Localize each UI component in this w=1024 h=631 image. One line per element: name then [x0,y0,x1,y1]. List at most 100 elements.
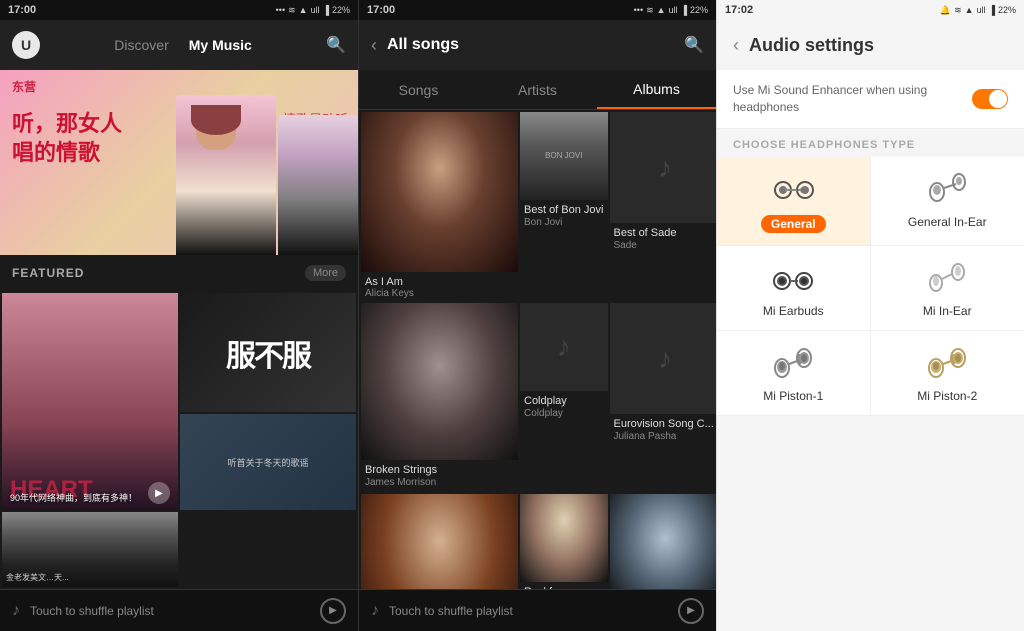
status-bar-2: 17:00 ••• ≋ ▲ ull ▐ 22% [359,0,716,20]
featured-item-2[interactable]: 服不服 [180,293,356,412]
toggle-knob [989,90,1007,108]
back-button-2[interactable]: ‹ [371,35,377,56]
more-button[interactable]: More [305,265,346,281]
earbuds-general-svg [768,170,818,208]
album-item-songs[interactable]: Songs For You, Tru... James Morrison [610,494,717,589]
app-logo: U [12,31,40,59]
headphone-mi-earbuds[interactable]: Mi Earbuds [717,246,871,331]
back-button-3[interactable]: ‹ [733,35,739,56]
album-cover-alicia [361,112,518,272]
hero-text-left: 听，那女人 唱的情歌 [12,110,122,167]
album-cover-songs [610,494,717,589]
piston2-svg [922,344,972,382]
shuffle-text-1[interactable]: Touch to shuffle playlist [30,604,310,618]
album-artist-alicia: Alicia Keys [361,288,518,301]
headphone-mi-piston2[interactable]: Mi Piston-2 [871,331,1024,416]
tab-albums[interactable]: Albums [597,71,716,109]
nav-discover[interactable]: Discover [114,37,168,53]
headphone-piston1-label: Mi Piston-1 [763,389,823,403]
album-item-sade[interactable]: ♪ Best of Sade Sade [610,112,717,301]
album-cover-sade: ♪ [610,112,717,223]
enhancer-toggle[interactable] [972,89,1008,109]
headphone-inear-icon [922,169,972,209]
search-icon[interactable]: 🔍 [326,35,346,55]
album-name-coldplay: Coldplay [520,391,608,408]
headphone-mi-earbuds-icon [768,258,818,298]
album-cover-eurovision: ♪ [610,303,717,414]
album-artist-bonjovi: Bon Jovi [520,217,608,232]
album-cover-bonjovi: BON JOVI [520,112,608,200]
tab-artists[interactable]: Artists [478,72,597,108]
album-item-bonjovi[interactable]: BON JOVI Best of Bon Jovi Bon Jovi [520,112,608,301]
status-time-2: 17:00 [367,4,395,16]
album-cover-broken [361,303,518,460]
panel-discover: 17:00 ••• ≋ ▲ ull ▐ 22% U Discover My Mu… [0,0,358,631]
featured-item-1[interactable]: HEART 90年代网络神曲，到底有多神！ ▶ [2,293,178,510]
main-nav: Discover My Music [114,37,251,53]
album-name-sade: Best of Sade [610,223,717,240]
headphone-mi-inear-icon [922,258,972,298]
nav-mymusic[interactable]: My Music [189,37,252,53]
album-item-broken[interactable]: Broken Strings James Morrison [361,303,518,492]
headphones-section-label: CHOOSE HEADPHONES TYPE [717,129,1024,157]
album-item-coldplay[interactable]: ♪ Coldplay Coldplay [520,303,608,492]
hero-figure-right [176,95,276,255]
headphone-piston1-icon [768,343,818,383]
mi-inear-svg [922,259,972,297]
headphone-piston2-icon [922,343,972,383]
bottom-bar-1: ♪ Touch to shuffle playlist ▶ [0,589,358,631]
headphone-piston2-label: Mi Piston-2 [917,389,977,403]
album-artist-sade: Sade [610,240,717,255]
play-button-bottom-1[interactable]: ▶ [320,598,346,624]
mi-earbuds-svg [768,259,818,297]
album-cover-quiet [361,494,518,589]
enhancer-row: Use Mi Sound Enhancer when using headpho… [717,70,1024,129]
status-bar-3: 17:02 🔔 ≋ ▲ ull ▐ 22% [717,0,1024,20]
item-label-1: 90年代网络神曲，到底有多神！ [10,491,137,504]
play-button-bottom-2[interactable]: ▶ [678,598,704,624]
headphone-mi-inear-label: Mi In-Ear [923,304,972,318]
album-item-eurovision[interactable]: ♪ Eurovision Song C... Juliana Pasha [610,303,717,492]
featured-grid: HEART 90年代网络神曲，到底有多神！ ▶ 服不服 听首关于冬天的歌谣 金老… [0,291,358,589]
featured-item-3[interactable]: 听首关于冬天的歌谣 [180,414,356,510]
album-name-rockferry: Rockferry [520,582,608,590]
headphone-general[interactable]: General [717,157,871,246]
headphone-general-inear[interactable]: General In-Ear [871,157,1024,246]
panel-allsongs: 17:00 ••• ≋ ▲ ull ▐ 22% ‹ All songs 🔍 So… [358,0,716,631]
status-icons-3: 🔔 ≋ ▲ ull ▐ 22% [940,5,1016,16]
album-item-rockferry[interactable]: Rockferry Duffy [520,494,608,589]
all-songs-title: All songs [387,36,674,54]
headphones-grid: General General In-Ear [717,157,1024,416]
status-icons-2: ••• ≋ ▲ ull ▐ 22% [634,5,708,16]
status-time-1: 17:00 [8,4,36,16]
shuffle-text-2[interactable]: Touch to shuffle playlist [389,604,668,618]
album-cover-coldplay: ♪ [520,303,608,391]
panel1-header: U Discover My Music 🔍 [0,20,358,70]
hero-banner: 东营 听，那女人 唱的情歌 情歌最动听 之女声篇 [0,70,358,255]
headphone-mi-piston1[interactable]: Mi Piston-1 [717,331,871,416]
featured-header: FEATURED More [0,255,358,291]
search-icon-2[interactable]: 🔍 [684,35,704,55]
panel-audio-settings: 17:02 🔔 ≋ ▲ ull ▐ 22% ‹ Audio settings U… [716,0,1024,631]
featured-title: FEATURED [12,266,84,280]
audio-settings-title: Audio settings [749,35,874,56]
album-name-alicia: As I Am [361,272,518,287]
headphone-mi-inear[interactable]: Mi In-Ear [871,246,1024,331]
album-name-broken: Broken Strings [361,460,518,477]
headphone-mi-earbuds-label: Mi Earbuds [763,304,824,318]
play-button-1[interactable]: ▶ [148,482,170,504]
album-item-quiet[interactable]: Quiet Nights Diana Krall [361,494,518,589]
featured-item-4[interactable]: 金老发美文…天... [2,512,178,587]
album-artist-broken: James Morrison [361,477,518,492]
status-bar-1: 17:00 ••• ≋ ▲ ull ▐ 22% [0,0,358,20]
headphone-general-icon [768,169,818,209]
album-item-alicia[interactable]: As I Am Alicia Keys [361,112,518,301]
tab-songs[interactable]: Songs [359,72,478,108]
hero-figures [176,95,358,255]
album-name-eurovision: Eurovision Song C... [610,414,717,431]
panel3-header: ‹ Audio settings [717,20,1024,70]
music-note-icon-1: ♪ [12,602,20,620]
headphone-general-label: General [761,215,826,233]
songs-tabs: Songs Artists Albums [359,70,716,110]
enhancer-text: Use Mi Sound Enhancer when using headpho… [733,82,972,116]
